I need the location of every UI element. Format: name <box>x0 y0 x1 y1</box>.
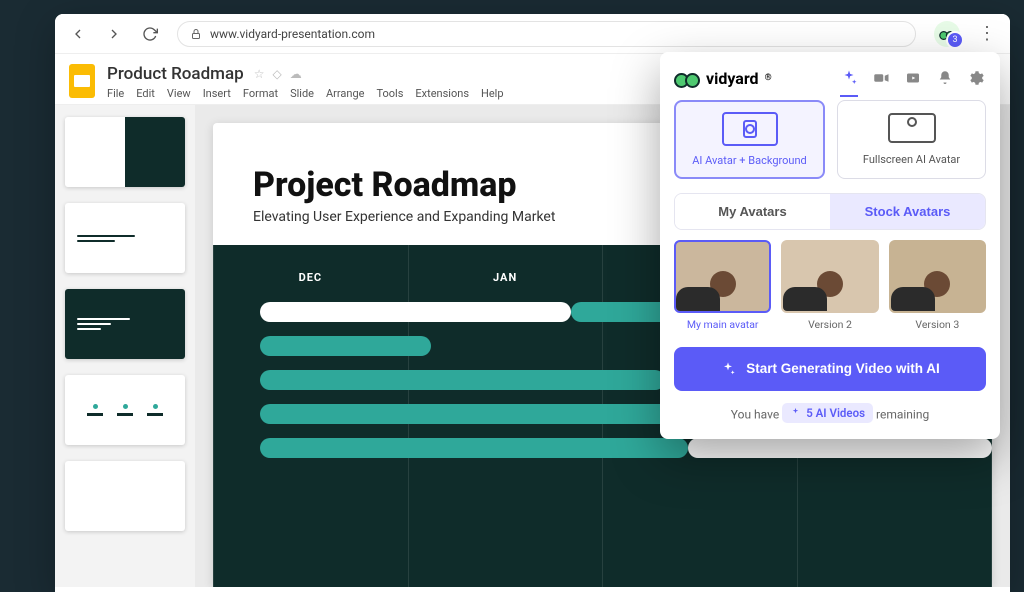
slide-thumb[interactable] <box>65 289 185 359</box>
cloud-icon[interactable]: ☁ <box>290 67 302 81</box>
menu-help[interactable]: Help <box>481 87 504 100</box>
slide-thumb[interactable] <box>65 375 185 445</box>
mode-label: AI Avatar + Background <box>692 154 807 167</box>
menu-tools[interactable]: Tools <box>376 87 403 100</box>
tab-my-avatars[interactable]: My Avatars <box>675 194 830 229</box>
bell-icon[interactable] <box>936 69 954 87</box>
avatar-label: Version 2 <box>808 318 852 331</box>
mode-avatar-bg[interactable]: AI Avatar + Background <box>674 100 825 179</box>
url-text: www.vidyard-presentation.com <box>210 27 375 41</box>
avatar-option[interactable]: My main avatar <box>674 240 771 331</box>
slide-thumbnails <box>55 105 195 587</box>
avatar-source-segment: My Avatars Stock Avatars <box>674 193 986 230</box>
drive-icon[interactable]: ◇ <box>272 67 281 81</box>
avatar-label: Version 3 <box>915 318 959 331</box>
back-icon[interactable] <box>69 25 87 43</box>
mode-fullscreen-avatar[interactable]: Fullscreen AI Avatar <box>837 100 986 179</box>
url-bar[interactable]: www.vidyard-presentation.com <box>177 21 916 47</box>
generate-video-button[interactable]: Start Generating Video with AI <box>674 347 986 391</box>
menu-extensions[interactable]: Extensions <box>415 87 469 100</box>
menu-arrange[interactable]: Arrange <box>326 87 364 100</box>
avatar-option[interactable]: Version 2 <box>781 240 878 331</box>
vidyard-brand-text: vidyard <box>706 69 759 88</box>
slides-logo-icon <box>69 64 95 98</box>
credits-chip: 5 AI Videos <box>782 403 873 423</box>
vidyard-eyes-icon <box>674 68 700 88</box>
menu-file[interactable]: File <box>107 87 124 100</box>
sparkle-icon[interactable] <box>840 69 858 87</box>
mode-label: Fullscreen AI Avatar <box>863 153 960 166</box>
doc-title[interactable]: Product Roadmap <box>107 64 244 84</box>
browser-menu-icon[interactable]: ⋮ <box>978 23 996 44</box>
slide-thumb[interactable] <box>65 461 185 531</box>
lock-icon <box>190 28 202 40</box>
avatar-list: My main avatar Version 2 Version 3 <box>674 240 986 331</box>
gear-icon[interactable] <box>968 69 986 87</box>
remaining-credits: You have 5 AI Videos remaining <box>674 403 986 423</box>
slide-thumb[interactable] <box>65 203 185 273</box>
tab-stock-avatars[interactable]: Stock Avatars <box>830 194 985 229</box>
forward-icon[interactable] <box>105 25 123 43</box>
cta-label: Start Generating Video with AI <box>746 361 940 376</box>
camera-icon[interactable] <box>872 69 890 87</box>
sparkle-icon <box>720 361 736 377</box>
extension-badge[interactable] <box>934 21 960 47</box>
menu-insert[interactable]: Insert <box>203 87 231 100</box>
vidyard-tab-icons <box>840 69 986 87</box>
star-icon[interactable]: ☆ <box>254 67 265 81</box>
reload-icon[interactable] <box>141 25 159 43</box>
menu-view[interactable]: View <box>167 87 191 100</box>
avatar-option[interactable]: Version 3 <box>889 240 986 331</box>
menu-edit[interactable]: Edit <box>136 87 155 100</box>
library-icon[interactable] <box>904 69 922 87</box>
slides-menubar: File Edit View Insert Format Slide Arran… <box>107 87 504 100</box>
vidyard-logo: vidyard® <box>674 68 772 88</box>
vidyard-panel: vidyard® AI Avatar + Background <box>660 52 1000 439</box>
menu-format[interactable]: Format <box>243 87 278 100</box>
avatar-label: My main avatar <box>687 318 759 331</box>
browser-toolbar: www.vidyard-presentation.com ⋮ <box>55 14 1010 54</box>
slide-thumb[interactable] <box>65 117 185 187</box>
menu-slide[interactable]: Slide <box>290 87 314 100</box>
